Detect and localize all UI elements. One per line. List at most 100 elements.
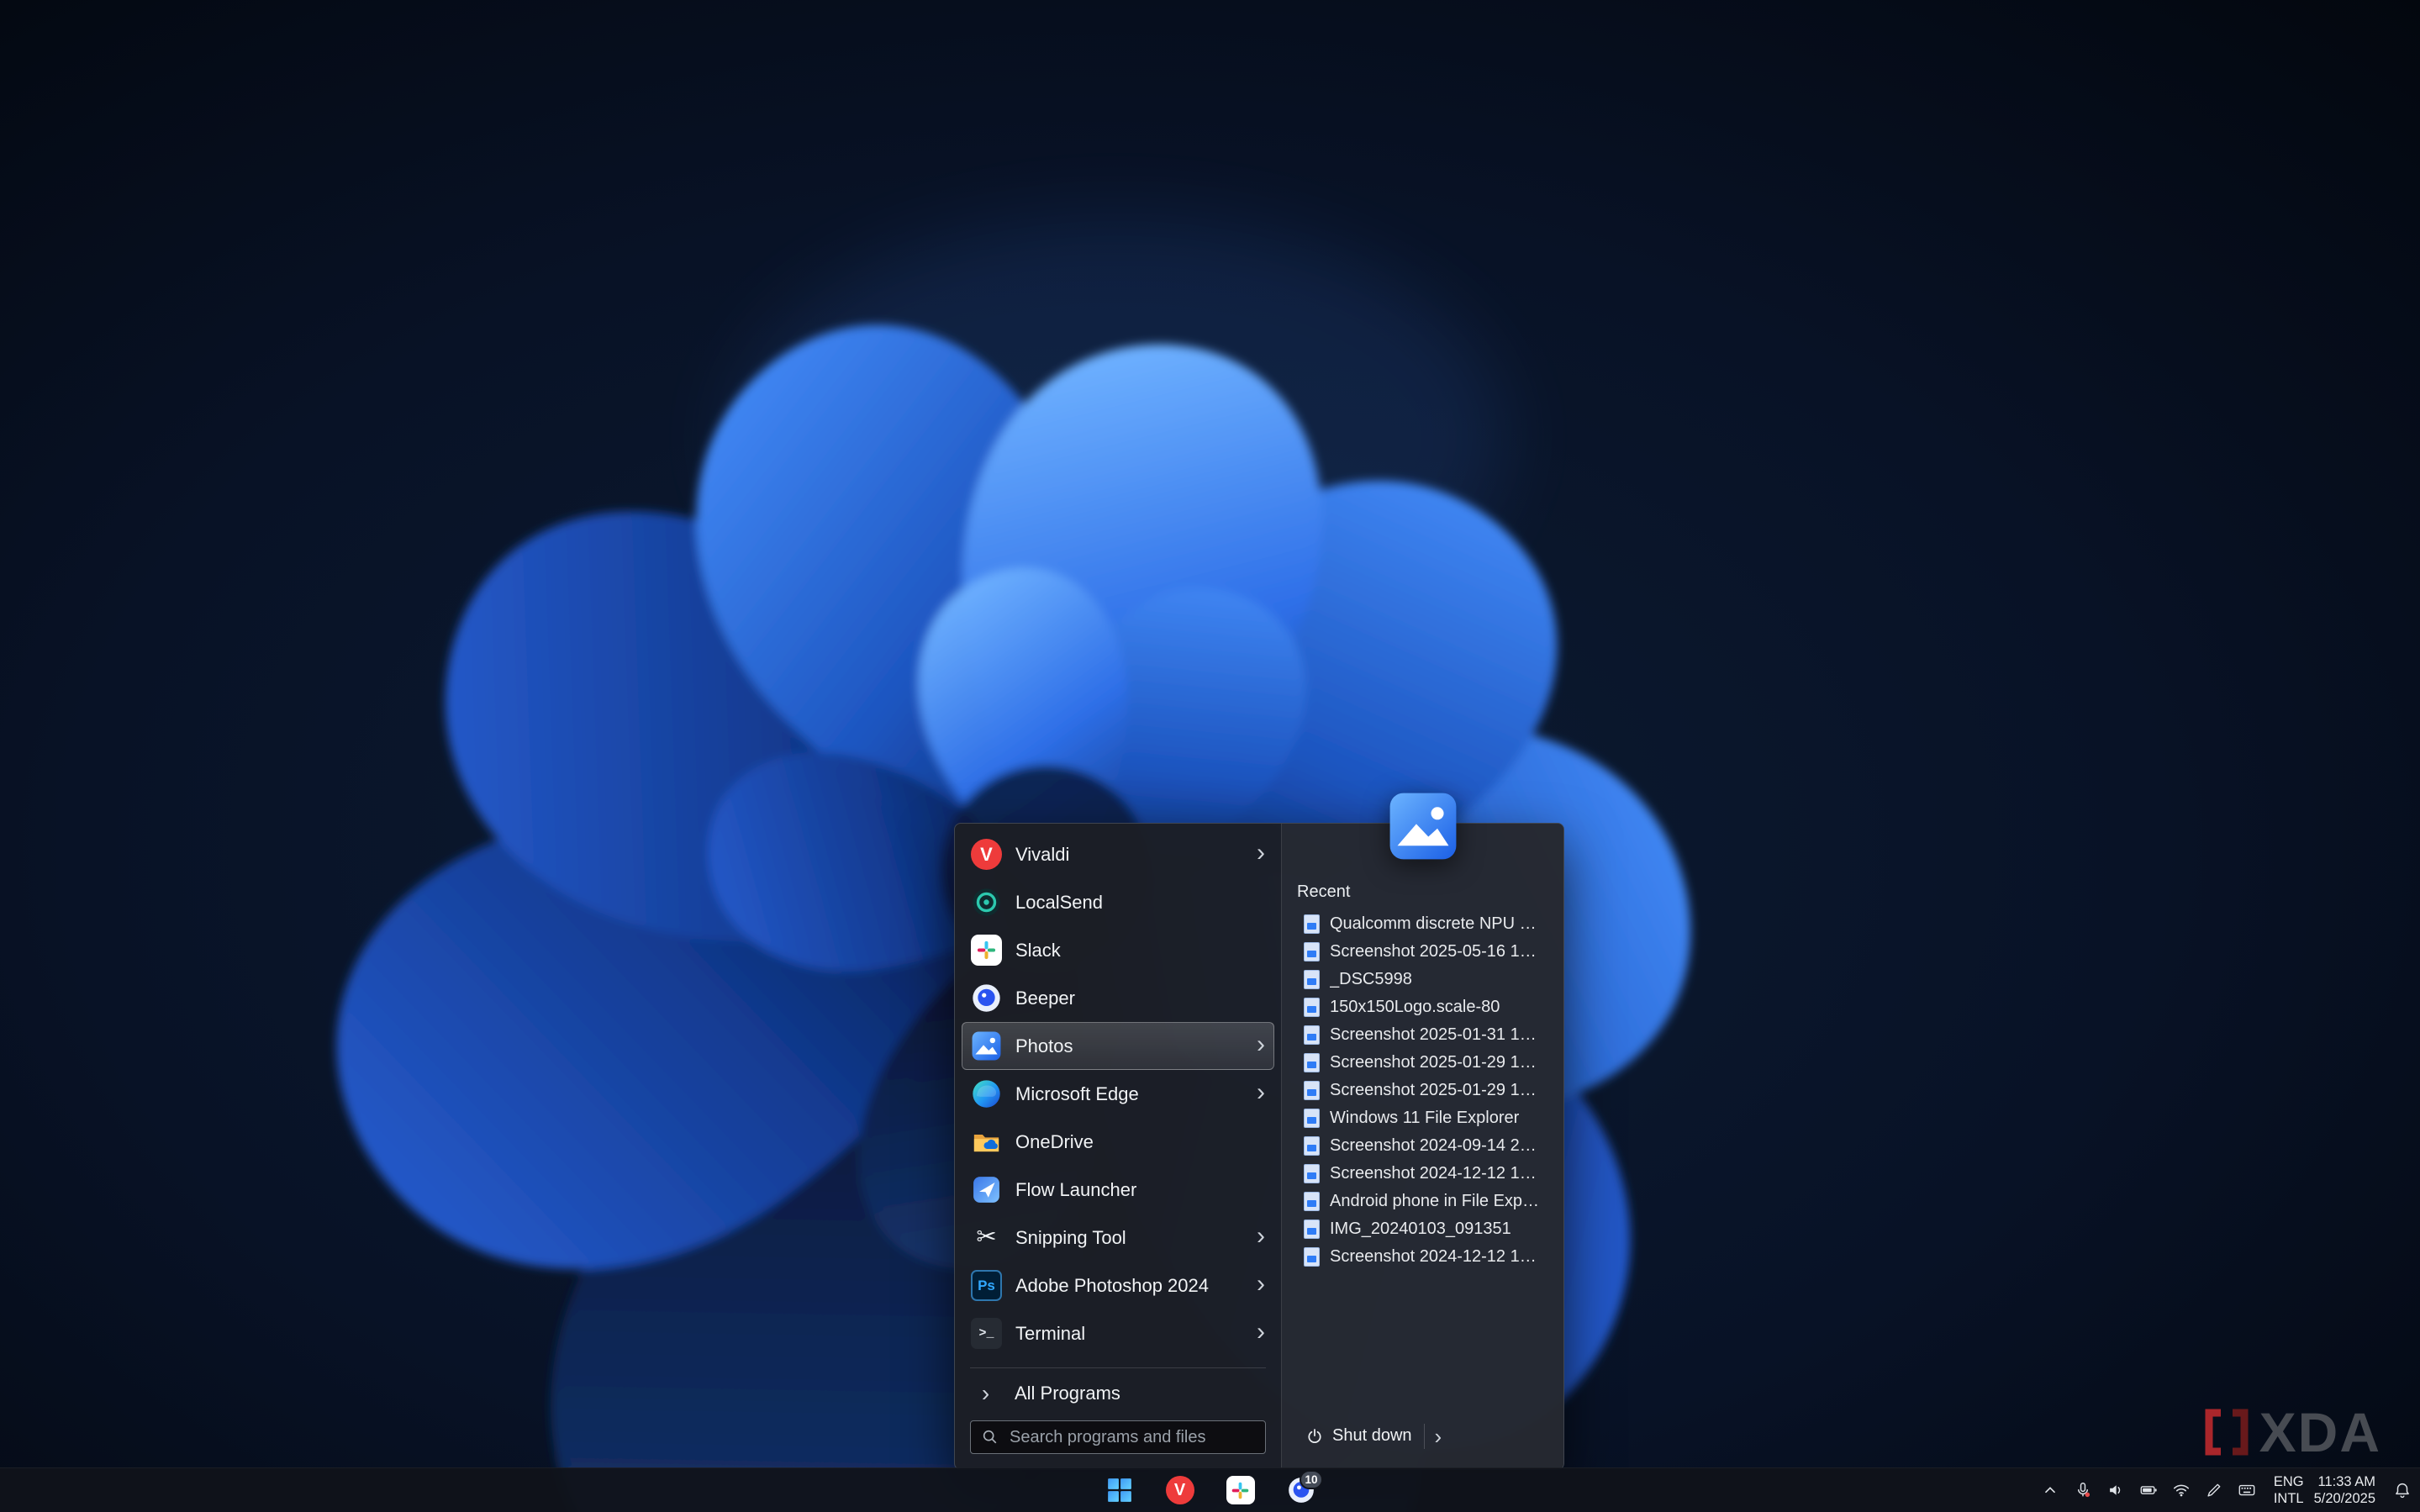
terminal-icon [971,1318,1002,1349]
image-file-icon [1304,1025,1320,1045]
clock-time: 11:33 AM [2318,1475,2376,1489]
windows-logo-icon [1106,1477,1133,1504]
taskbar-slack-button[interactable] [1221,1471,1260,1509]
chevron-right-icon: › [1257,1320,1265,1345]
wifi-icon[interactable] [2170,1476,2192,1504]
snipping-tool-scissors-icon: ✂ [971,1222,1002,1253]
battery-icon[interactable] [2138,1476,2159,1504]
desktop: XDA Vivaldi › LocalSend [0,0,2420,1512]
recent-item-label: 150x150Logo.scale-80 [1330,998,1500,1017]
recent-item[interactable]: Screenshot 2025-01-31 145630 [1295,1021,1550,1049]
recent-item-label: Android phone in File Explorer [1330,1192,1542,1211]
beeper-icon [971,983,1002,1014]
recent-item[interactable]: 150x150Logo.scale-80 [1295,993,1550,1021]
recent-item-label: Qualcomm discrete NPU close... [1330,914,1542,934]
chevron-right-icon: › [1257,1272,1265,1297]
recent-item-label: IMG_20240103_091351 [1330,1220,1511,1239]
chevron-right-icon: › [970,1382,1001,1405]
recent-item[interactable]: Screenshot 2024-12-12 185335 [1295,1243,1550,1271]
app-label: Vivaldi [1015,844,1069,866]
speaker-icon[interactable] [2105,1476,2127,1504]
image-file-icon [1304,1164,1320,1183]
search-row [962,1414,1274,1462]
recent-item-label: Screenshot 2025-05-16 193818 [1330,942,1542,961]
recent-item[interactable]: Windows 11 File Explorer [1295,1104,1550,1132]
recent-item-label: Screenshot 2024-09-14 213745 [1330,1136,1542,1156]
recent-item[interactable]: IMG_20240103_091351 [1295,1215,1550,1243]
xda-watermark-text: XDA [2259,1404,2381,1460]
taskbar-vivaldi-button[interactable] [1161,1471,1199,1509]
image-file-icon [1304,914,1320,934]
start-app-photoshop[interactable]: Adobe Photoshop 2024 › [962,1262,1274,1309]
app-label: OneDrive [1015,1131,1094,1153]
chevron-right-icon: › [1257,1080,1265,1105]
taskbar: 10 [0,1467,2420,1512]
start-button[interactable] [1100,1471,1139,1509]
app-label: Adobe Photoshop 2024 [1015,1275,1209,1297]
all-programs-label: All Programs [1015,1383,1120,1404]
shutdown-row: Shut down › [1295,1421,1550,1451]
touch-keyboard-icon[interactable] [2236,1476,2258,1504]
start-menu-app-column: Vivaldi › LocalSend [955,824,1281,1469]
chevron-right-icon: › [1257,1224,1265,1249]
search-input[interactable] [1008,1427,1255,1448]
all-programs-button[interactable]: › All Programs [962,1373,1274,1414]
image-file-icon [1304,998,1320,1017]
shutdown-button[interactable]: Shut down [1295,1421,1422,1451]
keyboard-layout-indicator: INTL [2274,1492,2304,1506]
slack-icon [971,935,1002,966]
start-app-beeper[interactable]: Beeper [962,974,1274,1022]
notification-bell-icon[interactable] [2391,1476,2413,1504]
power-icon [1305,1427,1324,1446]
recent-item[interactable]: Screenshot 2024-09-14 213745 [1295,1132,1550,1160]
app-label: Terminal [1015,1323,1085,1345]
edge-icon [971,1078,1002,1109]
app-label: LocalSend [1015,892,1103,914]
start-app-flow-launcher[interactable]: Flow Launcher [962,1166,1274,1214]
recent-item[interactable]: Qualcomm discrete NPU close... [1295,910,1550,938]
start-menu-recent-column: Recent Qualcomm discrete NPU close... Sc… [1281,824,1563,1469]
recent-item-label: Screenshot 2025-01-29 183458 [1330,1081,1542,1100]
start-app-photos[interactable]: Photos › [962,1022,1274,1070]
recent-item[interactable]: Screenshot 2025-01-29 184109 [1295,1049,1550,1077]
app-label: Photos [1015,1035,1073,1057]
vivaldi-icon [971,839,1002,870]
search-box[interactable] [970,1420,1266,1454]
image-file-icon [1304,1053,1320,1072]
microphone-icon[interactable] [2072,1476,2094,1504]
image-file-icon [1304,1192,1320,1211]
shutdown-label: Shut down [1332,1426,1412,1446]
recent-header: Recent [1295,882,1550,902]
hidden-icons-chevron[interactable] [2039,1476,2061,1504]
image-file-icon [1304,1247,1320,1267]
localsend-icon [971,887,1002,918]
start-app-localsend[interactable]: LocalSend [962,878,1274,926]
recent-item[interactable]: Screenshot 2025-05-16 193818 [1295,938,1550,966]
start-app-vivaldi[interactable]: Vivaldi › [962,830,1274,878]
app-label: Flow Launcher [1015,1179,1136,1201]
app-label: Snipping Tool [1015,1227,1126,1249]
pen-icon[interactable] [2203,1476,2225,1504]
menu-separator [970,1367,1266,1368]
app-label: Microsoft Edge [1015,1083,1139,1105]
start-app-microsoft-edge[interactable]: Microsoft Edge › [962,1070,1274,1118]
recent-item-label: _DSC5998 [1330,970,1412,989]
recent-item[interactable]: Screenshot 2025-01-29 183458 [1295,1077,1550,1104]
start-app-snipping-tool[interactable]: ✂ Snipping Tool › [962,1214,1274,1262]
recent-item[interactable]: _DSC5998 [1295,966,1550,993]
xda-logo-icon [2202,1408,2251,1457]
recent-item[interactable]: Screenshot 2024-12-12 190207 [1295,1160,1550,1188]
recent-list: Qualcomm discrete NPU close... Screensho… [1295,910,1550,1271]
photoshop-icon [971,1270,1002,1301]
clock-language-area[interactable]: ENG 11:33 AM INTL 5/20/2025 [2269,1475,2380,1505]
language-indicator: ENG [2274,1475,2304,1489]
recent-item[interactable]: Android phone in File Explorer [1295,1188,1550,1215]
start-app-terminal[interactable]: Terminal › [962,1309,1274,1357]
start-app-slack[interactable]: Slack [962,926,1274,974]
vivaldi-icon [1166,1476,1194,1504]
unread-count-badge: 10 [1300,1470,1322,1489]
shutdown-options-chevron[interactable]: › [1424,1424,1453,1449]
onedrive-folder-icon [971,1126,1002,1157]
start-app-onedrive[interactable]: OneDrive [962,1118,1274,1166]
taskbar-beeper-button[interactable]: 10 [1282,1471,1321,1509]
